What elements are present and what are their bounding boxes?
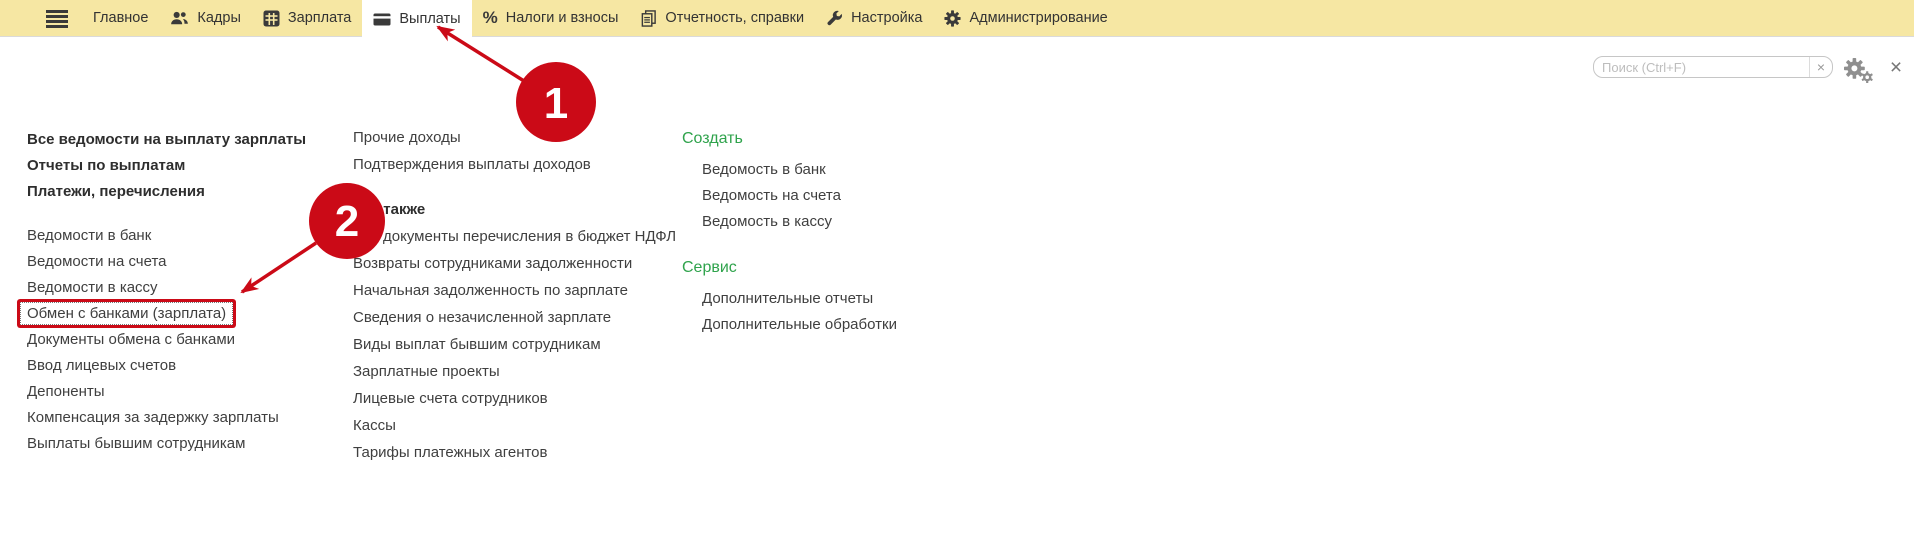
- menu-item[interactable]: Дополнительные отчеты: [702, 290, 873, 307]
- menu-row: Прочие доходы: [353, 124, 676, 151]
- menu-row: Дополнительные обработки: [682, 311, 897, 337]
- menu-row: Виды выплат бывшим сотрудникам: [353, 331, 676, 358]
- menu-item[interactable]: Выплаты бывшим сотрудникам: [27, 435, 245, 452]
- menu-row: Кассы: [353, 412, 676, 439]
- tab-zarplata[interactable]: Зарплата: [252, 0, 363, 36]
- menu-row: Депоненты: [27, 378, 306, 404]
- menu-item[interactable]: Ведомость на счета: [702, 187, 841, 204]
- section-tabs: Главное Кадры Зарплата Выплаты% Налоги и …: [82, 0, 1119, 36]
- tab-label: Выплаты: [399, 11, 460, 27]
- report-icon: [640, 10, 657, 27]
- menu-item[interactable]: Документы обмена с банками: [27, 331, 235, 348]
- menu-row: Создать: [682, 126, 897, 152]
- wrench-icon: [826, 10, 843, 27]
- menu-column-3: Создать Ведомость в банк Ведомость на счет…: [682, 126, 897, 337]
- tab-label: Настройка: [851, 10, 922, 26]
- menu-row: Компенсация за задержку зарплаты: [27, 404, 306, 430]
- menu-row: Лицевые счета сотрудников: [353, 385, 676, 412]
- menu-group-header: Создать: [682, 130, 743, 148]
- menu-row: Дополнительные отчеты: [682, 285, 897, 311]
- tab-label: Главное: [93, 10, 148, 26]
- menu-item[interactable]: Ведомости в банк: [27, 227, 151, 244]
- menu-row: Выплаты бывшим сотрудникам: [27, 430, 306, 456]
- menu-group-header: См. также: [353, 201, 425, 218]
- people-icon: [170, 10, 189, 26]
- tab-kadry[interactable]: Кадры: [159, 0, 251, 36]
- menu-item[interactable]: Ввод лицевых счетов: [27, 357, 176, 374]
- menu-row: Возвраты сотрудниками задолженности: [353, 250, 676, 277]
- menu-row: Документы обмена с банками: [27, 326, 306, 352]
- menu-row: Ведомость в банк: [682, 156, 897, 182]
- tab-administrirovanie[interactable]: Администрирование: [933, 0, 1118, 36]
- search-input[interactable]: [1594, 57, 1809, 77]
- tab-label: Отчетность, справки: [665, 10, 804, 26]
- main-menu-hamburger-icon[interactable]: [46, 10, 68, 28]
- menu-row: Ведомости в кассу: [27, 274, 306, 300]
- menu-column-2: Прочие доходы Подтверждения выплаты доход…: [353, 124, 676, 466]
- tab-label: Администрирование: [969, 10, 1107, 26]
- menu-item[interactable]: Обмен с банками (зарплата): [20, 302, 233, 325]
- menu-item[interactable]: Платежи, перечисления: [27, 183, 205, 200]
- menu-item[interactable]: Кассы: [353, 417, 396, 434]
- menu-column-1: Все ведомости на выплату зарплаты Отчеты …: [27, 126, 306, 456]
- tab-label: Кадры: [197, 10, 240, 26]
- menu-row: Ввод лицевых счетов: [27, 352, 306, 378]
- menu-item[interactable]: Все ведомости на выплату зарплаты: [27, 131, 306, 148]
- menu-item[interactable]: Тарифы платежных агентов: [353, 444, 548, 461]
- card-icon: [373, 13, 391, 26]
- gear-icon: [944, 10, 961, 27]
- menu-row: Платежи, перечисления: [27, 178, 306, 204]
- menu-row: Начальная задолженность по зарплате: [353, 277, 676, 304]
- menu-item[interactable]: Ведомость в кассу: [702, 213, 832, 230]
- panel-settings-gears-icon[interactable]: [1841, 57, 1875, 83]
- tab-glavnoe[interactable]: Главное: [82, 0, 159, 36]
- menu-item[interactable]: Ведомости на счета: [27, 253, 167, 270]
- menu-row: Все документы перечисления в бюджет НДФЛ: [353, 223, 676, 250]
- menu-item[interactable]: Дополнительные обработки: [702, 316, 897, 333]
- menu-item[interactable]: Лицевые счета сотрудников: [353, 390, 548, 407]
- menu-row: Ведомости в банк: [27, 222, 306, 248]
- menu-row: Подтверждения выплаты доходов: [353, 151, 676, 178]
- menu-item[interactable]: Зарплатные проекты: [353, 363, 500, 380]
- tab-label: Зарплата: [288, 10, 352, 26]
- calculator-icon: [263, 10, 280, 27]
- menu-group-header: Сервис: [682, 259, 737, 277]
- tab-nastroyka[interactable]: Настройка: [815, 0, 933, 36]
- menu-item[interactable]: Сведения о незачисленной зарплате: [353, 309, 611, 326]
- menu-item[interactable]: Прочие доходы: [353, 129, 461, 146]
- search-box: ×: [1593, 56, 1833, 78]
- menu-row: Зарплатные проекты: [353, 358, 676, 385]
- menu-row: Ведомость на счета: [682, 182, 897, 208]
- menu-item[interactable]: Компенсация за задержку зарплаты: [27, 409, 279, 426]
- menu-item[interactable]: Ведомость в банк: [702, 161, 826, 178]
- panel-close-icon[interactable]: ×: [1884, 56, 1908, 80]
- menu-row: Сервис: [682, 255, 897, 281]
- menu-row: См. также: [353, 196, 676, 223]
- menu-row: Отчеты по выплатам: [27, 152, 306, 178]
- menu-row: Тарифы платежных агентов: [353, 439, 676, 466]
- menu-item[interactable]: Все документы перечисления в бюджет НДФЛ: [353, 228, 676, 245]
- menu-item[interactable]: Депоненты: [27, 383, 105, 400]
- menu-row: Ведомости на счета: [27, 248, 306, 274]
- tab-label: Налоги и взносы: [506, 10, 619, 26]
- menu-item[interactable]: Возвраты сотрудниками задолженности: [353, 255, 632, 272]
- section-bar: Главное Кадры Зарплата Выплаты% Налоги и …: [0, 0, 1914, 37]
- menu-item[interactable]: Отчеты по выплатам: [27, 157, 185, 174]
- menu-row: Ведомость в кассу: [682, 208, 897, 234]
- menu-row: Все ведомости на выплату зарплаты: [27, 126, 306, 152]
- menu-item[interactable]: Начальная задолженность по зарплате: [353, 282, 628, 299]
- menu-row: Обмен с банками (зарплата): [27, 300, 306, 326]
- percent-icon: %: [483, 8, 498, 28]
- menu-item[interactable]: Виды выплат бывшим сотрудникам: [353, 336, 601, 353]
- tab-nalogi-i-vznosy[interactable]: % Налоги и взносы: [472, 0, 630, 36]
- tab-otchetnost-spravki[interactable]: Отчетность, справки: [629, 0, 815, 36]
- tab-vyplaty[interactable]: Выплаты: [362, 0, 471, 38]
- menu-item[interactable]: Подтверждения выплаты доходов: [353, 156, 591, 173]
- menu-item[interactable]: Ведомости в кассу: [27, 279, 158, 296]
- search-clear-icon[interactable]: ×: [1809, 57, 1832, 77]
- menu-row: Сведения о незачисленной зарплате: [353, 304, 676, 331]
